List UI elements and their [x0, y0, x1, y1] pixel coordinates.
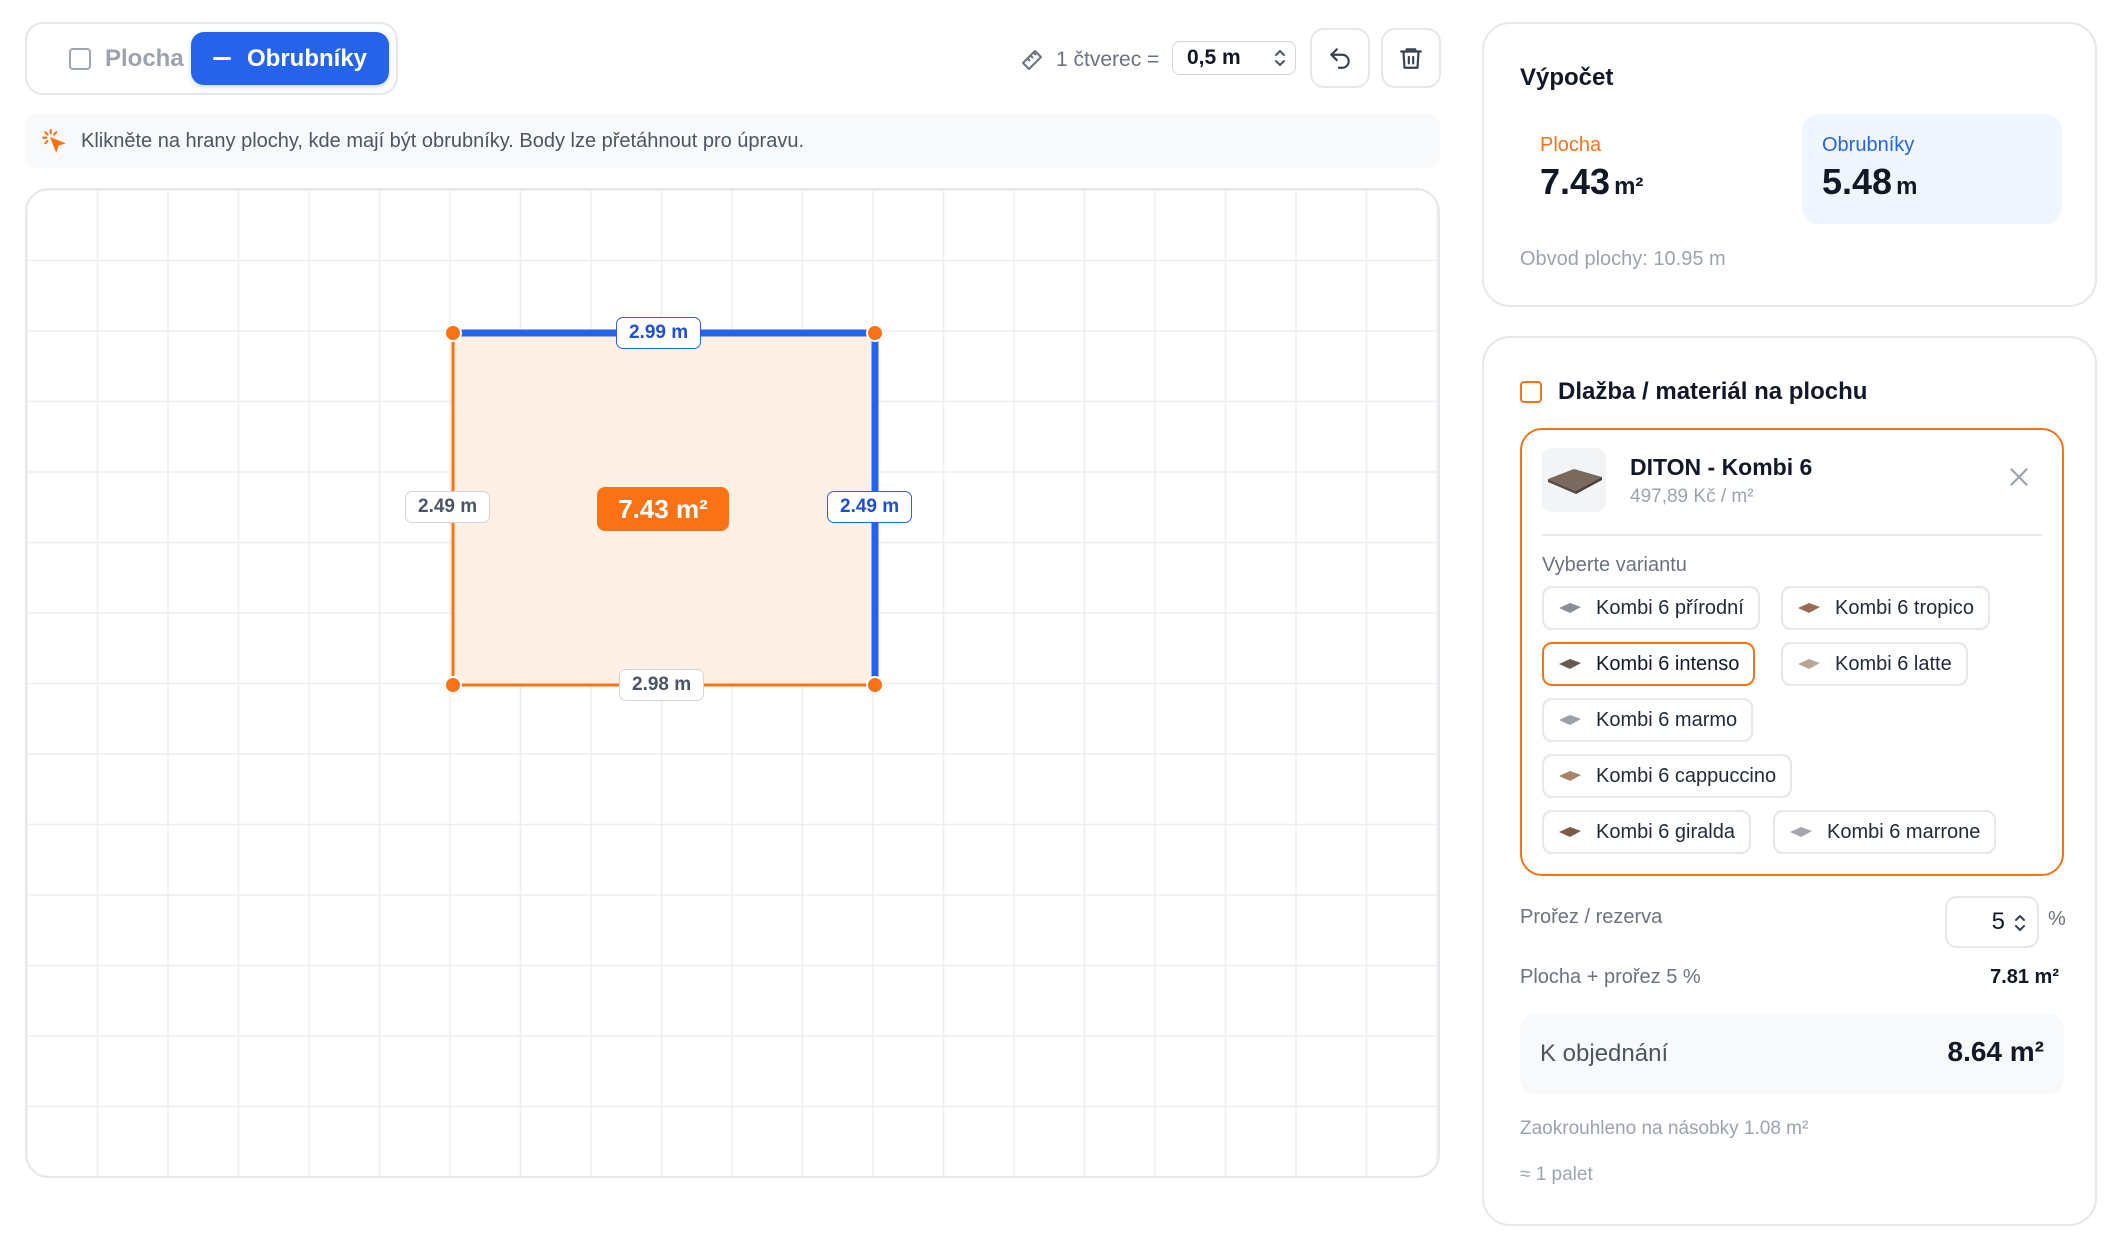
edge-label-right: 2.49 m: [827, 491, 913, 523]
tile-swatch-icon: [1559, 827, 1581, 837]
rounded-note: Zaokrouhleno na násobky 1.08 m²: [1520, 1118, 1809, 1139]
vertex-bottom-right[interactable]: [866, 676, 884, 694]
scale-group: 1 čtverec =: [1020, 43, 1159, 77]
material-checkbox[interactable]: [1520, 381, 1542, 403]
variant-chip-label: Kombi 6 latte: [1835, 652, 1952, 675]
stat-plocha-unit: m²: [1614, 173, 1644, 200]
stat-plocha: Plocha 7.43 m²: [1520, 114, 1780, 224]
tile-swatch-icon: [1559, 603, 1581, 613]
stat-obrubniky: Obrubníky 5.48 m: [1802, 114, 2062, 224]
variant-chip[interactable]: Kombi 6 intenso: [1542, 642, 1756, 686]
material-title: Dlažba / materiál na plochu: [1558, 378, 1868, 405]
calc-title: Výpočet: [1520, 64, 1614, 91]
variant-title: Vyberte variantu: [1542, 554, 1687, 576]
vertex-top-right[interactable]: [866, 324, 884, 342]
mode-plocha-label: Plocha: [105, 44, 184, 72]
order-box: K objednání 8.64 m²: [1520, 1014, 2064, 1094]
variant-chip-label: Kombi 6 cappuccino: [1596, 764, 1777, 787]
product-name: DITON - Kombi 6: [1630, 454, 1813, 480]
hint-text: Klikněte na hrany plochy, kde mají být o…: [81, 129, 805, 152]
product-card: DITON - Kombi 6 497,89 Kč / m² Vyberte v…: [1520, 428, 2064, 876]
chevron-updown-icon[interactable]: [2013, 912, 2027, 934]
tile-swatch-icon: [1798, 603, 1820, 613]
stat-obrubniky-value-row: 5.48 m: [1822, 161, 2042, 203]
scale-label: 1 čtverec =: [1056, 48, 1160, 71]
square-icon: [69, 47, 91, 70]
mode-obrubniky-button[interactable]: Obrubníky: [191, 32, 389, 85]
app-root: Plocha Obrubníky 1 čtverec = 0,5 m Klikn…: [0, 0, 2120, 1238]
order-value: 8.64 m²: [1947, 1036, 2045, 1067]
material-header[interactable]: Dlažba / materiál na plochu: [1520, 378, 1867, 406]
mode-plocha-button[interactable]: Plocha: [41, 32, 201, 85]
canvas-svg: [27, 190, 1438, 1176]
tile-swatch-icon: [1798, 659, 1820, 669]
card-divider: [1542, 534, 2042, 536]
tile-swatch-icon: [1559, 771, 1581, 781]
stat-plocha-value: 7.43: [1540, 161, 1611, 202]
scale-select[interactable]: 0,5 m: [1172, 41, 1296, 75]
variant-chip-label: Kombi 6 marrone: [1827, 820, 1981, 843]
prorez-label: Prořez / rezerva: [1520, 906, 1663, 928]
mode-obrubniky-label: Obrubníky: [247, 44, 368, 72]
tile-swatch-icon: [1559, 715, 1581, 725]
tile-swatch-icon: [1559, 659, 1581, 669]
vertex-bottom-left[interactable]: [444, 676, 462, 694]
material-panel: Dlažba / materiál na plochu DITON - Komb…: [1482, 336, 2097, 1226]
variant-chip[interactable]: Kombi 6 marrone: [1773, 810, 1997, 854]
variant-chip-label: Kombi 6 giralda: [1596, 820, 1735, 843]
ruler-icon: [1022, 50, 1042, 70]
plocha-prorez-value: 7.81 m²: [1990, 966, 2059, 988]
stat-plocha-value-row: 7.43 m²: [1540, 161, 1760, 203]
calc-panel: Výpočet Plocha 7.43 m² Obrubníky 5.48 m Ob…: [1482, 22, 2097, 307]
paving-tile-icon: [1548, 469, 1602, 494]
variant-chip-label: Kombi 6 tropico: [1835, 596, 1974, 619]
stat-obrubniky-label: Obrubníky: [1822, 134, 1915, 156]
delete-button[interactable]: [1381, 28, 1441, 88]
variant-chip[interactable]: Kombi 6 tropico: [1781, 586, 1990, 630]
variant-chip[interactable]: Kombi 6 giralda: [1542, 810, 1751, 854]
close-icon[interactable]: [2006, 464, 2032, 490]
drawing-canvas[interactable]: 2.99 m 2.49 m 2.49 m 2.98 m 7.43 m²: [25, 188, 1440, 1178]
variant-chip[interactable]: Kombi 6 latte: [1781, 642, 1968, 686]
edge-label-left: 2.49 m: [405, 491, 491, 523]
variant-chip-label: Kombi 6 intenso: [1596, 652, 1740, 675]
pallets-note: ≈ 1 palet: [1520, 1164, 1593, 1185]
edge-label-bottom: 2.98 m: [619, 669, 705, 701]
plocha-prorez-label: Plocha + prořez 5 %: [1520, 966, 1701, 988]
stat-obrubniky-value: 5.48: [1822, 161, 1893, 202]
hint-bar: Klikněte na hrany plochy, kde mají být o…: [25, 114, 1440, 168]
perimeter-text: Obvod plochy: 10.95 m: [1520, 248, 1726, 270]
vertex-top-left[interactable]: [444, 324, 462, 342]
edge-label-top: 2.99 m: [616, 317, 702, 349]
trash-icon: [1400, 48, 1422, 69]
variant-chip[interactable]: Kombi 6 přírodní: [1542, 586, 1760, 630]
undo-icon: [1330, 48, 1350, 69]
tile-swatch-icon: [1790, 827, 1812, 837]
prorez-unit: %: [2048, 908, 2066, 930]
product-price: 497,89 Kč / m²: [1630, 486, 1754, 507]
prorez-input[interactable]: 5: [1945, 896, 2039, 948]
prorez-value: 5: [1991, 908, 2005, 935]
variant-chip-label: Kombi 6 marmo: [1596, 708, 1738, 731]
area-badge: 7.43 m²: [597, 487, 729, 531]
scale-select-value: 0,5 m: [1187, 46, 1241, 69]
mode-toggle: Plocha Obrubníky: [25, 22, 398, 95]
line-icon: [213, 57, 231, 60]
product-thumbnail: [1542, 448, 1606, 512]
stat-obrubniky-unit: m: [1896, 173, 1918, 200]
sparkle-click-icon: [42, 129, 66, 153]
order-label: K objednání: [1540, 1040, 1669, 1067]
stat-plocha-label: Plocha: [1540, 134, 1602, 156]
variant-chip[interactable]: Kombi 6 cappuccino: [1542, 754, 1793, 798]
variant-chip-label: Kombi 6 přírodní: [1596, 596, 1744, 619]
undo-button[interactable]: [1310, 28, 1370, 88]
chevron-updown-icon: [1275, 50, 1285, 66]
variant-chip[interactable]: Kombi 6 marmo: [1542, 698, 1754, 742]
